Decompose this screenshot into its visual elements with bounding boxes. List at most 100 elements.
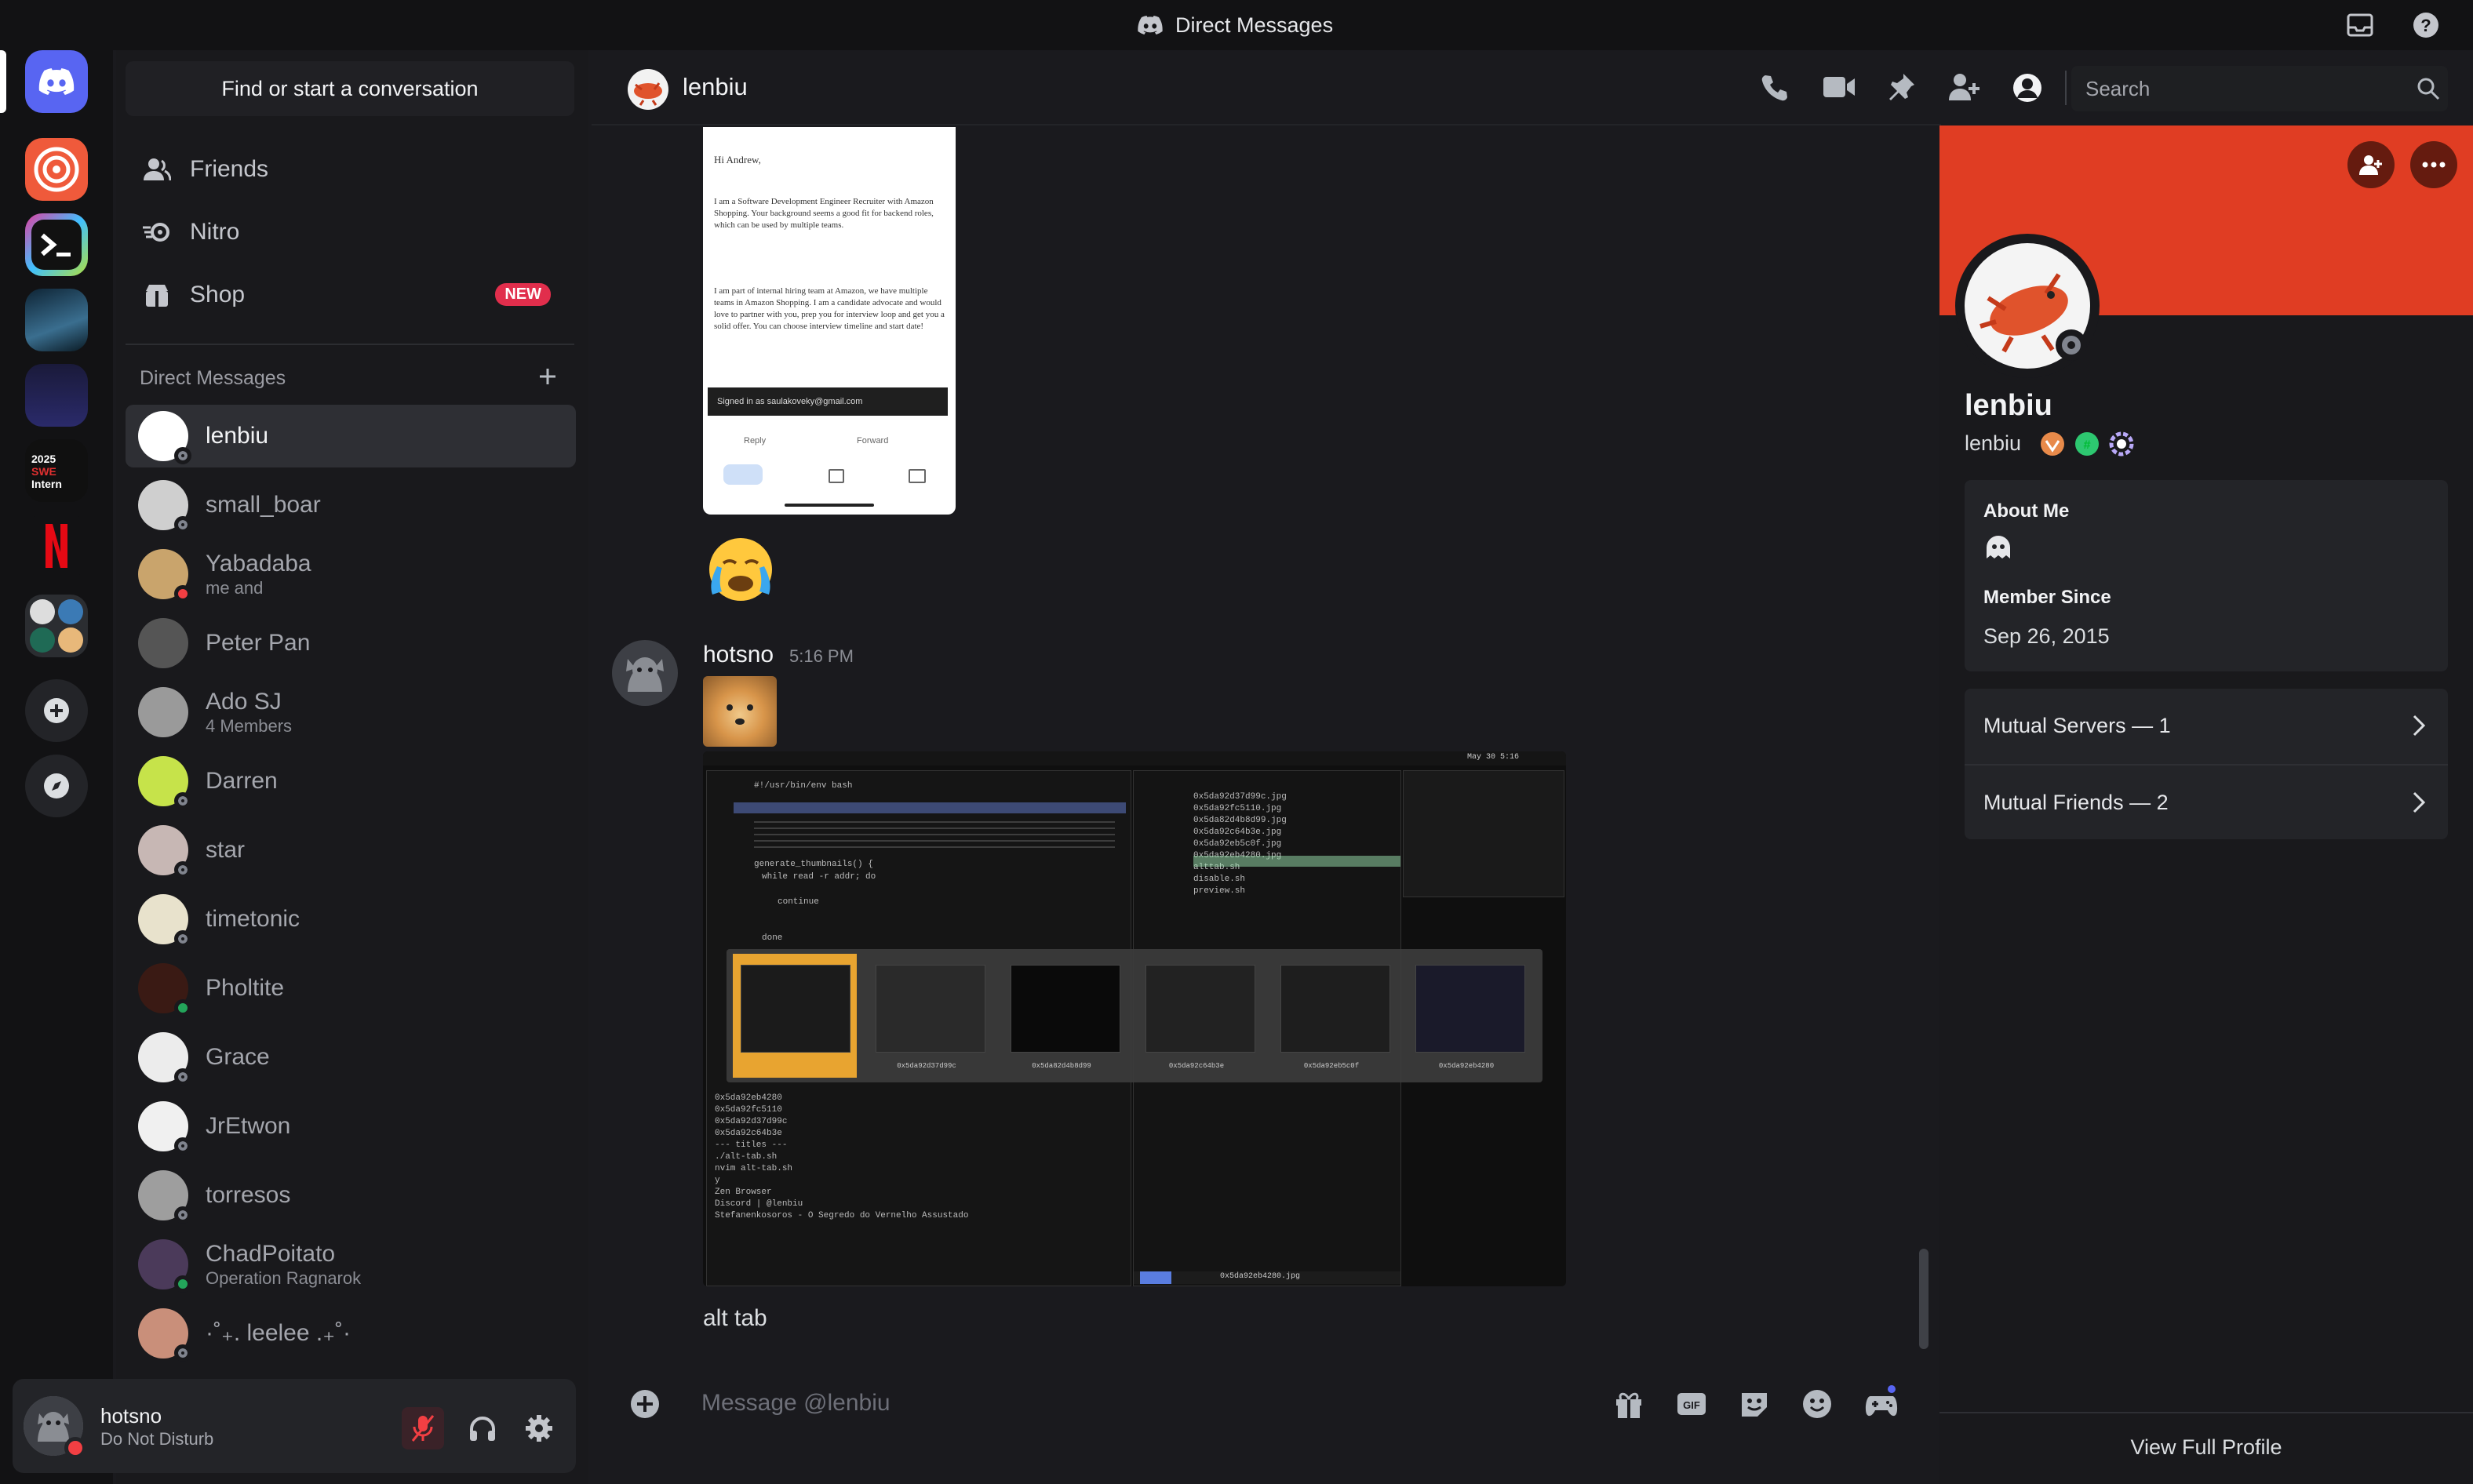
- chat-scrollbar[interactable]: [1919, 1249, 1929, 1349]
- server-icon[interactable]: [25, 515, 88, 577]
- gif-button[interactable]: GIF: [1676, 1388, 1707, 1420]
- alt-tab-window-thumbnail: 0x5da92c64b3e: [1138, 954, 1255, 1078]
- sticker-button[interactable]: [1739, 1388, 1770, 1420]
- view-full-profile-button[interactable]: View Full Profile: [1939, 1435, 2473, 1460]
- gif-icon: GIF: [1677, 1393, 1706, 1415]
- dm-item[interactable]: Peter Pan: [126, 612, 576, 675]
- server-icon[interactable]: [25, 213, 88, 276]
- user-profile-icon: [2013, 74, 2041, 102]
- nav-nitro[interactable]: Nitro: [129, 204, 574, 260]
- dm-item[interactable]: timetonic: [126, 888, 576, 951]
- dm-text: Peter Pan: [206, 629, 310, 657]
- file-entry: 0x5da92fc5110.jpg: [1193, 804, 1282, 813]
- nav-shop[interactable]: Shop NEW: [129, 267, 574, 323]
- terminal-line: 0x5da92eb4280: [715, 1093, 782, 1103]
- dm-subtext: 4 Members: [206, 716, 293, 736]
- profile-username: lenbiu: [1965, 431, 2022, 455]
- activities-button[interactable]: [1864, 1385, 1899, 1420]
- screenshot-attachment[interactable]: May 30 5:16 #!/usr/bin/env bash generate…: [703, 751, 1566, 1286]
- dm-item[interactable]: small_boar: [126, 474, 576, 536]
- message-input[interactable]: [700, 1387, 1566, 1420]
- alt-tab-window-thumbnail: 0x5da92eb5c0f: [1273, 954, 1390, 1078]
- dm-item[interactable]: torresos: [126, 1164, 576, 1227]
- dm-item[interactable]: Pholtite: [126, 957, 576, 1020]
- ellipsis-icon: [2422, 162, 2446, 168]
- dm-item[interactable]: Grace: [126, 1026, 576, 1089]
- dm-name: torresos: [206, 1182, 291, 1208]
- create-dm-button[interactable]: [537, 366, 559, 387]
- search-input[interactable]: [2084, 75, 2401, 102]
- add-friend-button[interactable]: [2347, 141, 2395, 188]
- find-conversation-button[interactable]: Find or start a conversation: [126, 61, 574, 116]
- add-server-button[interactable]: [25, 679, 88, 742]
- message-timestamp: 5:16 PM: [789, 646, 854, 666]
- dm-item[interactable]: ·˚₊. leelee .₊˚·: [126, 1302, 576, 1365]
- dm-item[interactable]: star: [126, 819, 576, 882]
- video-call-button[interactable]: [1822, 74, 1856, 100]
- selected-file-highlight: [1193, 856, 1400, 867]
- terminal-line: --- titles ---: [715, 1140, 788, 1150]
- offline-status-icon: [174, 861, 191, 878]
- online-status-icon: [174, 999, 191, 1017]
- thumbnail-label: 0x5da92d37d99c: [897, 1062, 956, 1070]
- upload-button[interactable]: [629, 1388, 661, 1420]
- server-icon[interactable]: [25, 364, 88, 427]
- mutual-friends-button[interactable]: Mutual Friends — 2: [1965, 766, 2448, 839]
- dm-item[interactable]: Darren: [126, 750, 576, 813]
- deafen-button[interactable]: [461, 1407, 504, 1449]
- home-dm-button[interactable]: [25, 50, 88, 113]
- more-options-button[interactable]: [2410, 141, 2457, 188]
- code-line: while read -r addr; do: [762, 872, 876, 882]
- mutual-servers-button[interactable]: Mutual Servers — 1: [1965, 689, 2448, 764]
- svg-text:GIF: GIF: [1683, 1399, 1700, 1411]
- mute-button[interactable]: [402, 1407, 444, 1449]
- offline-status-icon: [174, 930, 191, 948]
- dm-name: Darren: [206, 768, 278, 794]
- nav-friends[interactable]: Friends: [129, 141, 574, 198]
- divider: [1939, 1412, 2473, 1413]
- sticker-icon: [1742, 1393, 1767, 1417]
- code-block: [754, 817, 1115, 848]
- help-icon[interactable]: ?: [2412, 11, 2440, 39]
- search-icon: [2417, 78, 2440, 100]
- image-attachment[interactable]: Hi Andrew, I am a Software Development E…: [703, 127, 956, 515]
- server-icon[interactable]: [25, 138, 88, 201]
- dm-text: Pholtite: [206, 974, 284, 1002]
- offline-status-icon: [174, 447, 191, 464]
- server-icon[interactable]: [25, 289, 88, 351]
- alt-tab-switcher: 0x5da92d37d99c 0x5da82d4b8d99 0x5da92c64b3…: [727, 949, 1542, 1082]
- chevron-right-icon: [2413, 715, 2426, 737]
- hypesquad-badge-icon[interactable]: [2040, 431, 2065, 456]
- offline-status-icon: [174, 516, 191, 533]
- user-name: hotsno: [100, 1404, 162, 1428]
- member-since-date: Sep 26, 2015: [1983, 624, 2110, 648]
- user-profile-toggle[interactable]: [2012, 72, 2043, 104]
- message-author-avatar[interactable]: [612, 640, 678, 706]
- thumbnail-image: [876, 965, 985, 1053]
- discover-button[interactable]: [25, 755, 88, 817]
- active-developer-badge-icon[interactable]: #: [2074, 431, 2100, 456]
- dm-item[interactable]: JrEtwon: [126, 1095, 576, 1158]
- nitro-badge-icon[interactable]: [2109, 431, 2134, 456]
- dm-item[interactable]: lenbiu: [126, 405, 576, 467]
- add-friends-to-dm-button[interactable]: [1949, 72, 1980, 102]
- message-author[interactable]: hotsno: [703, 642, 774, 668]
- mail-tab-icon: [723, 464, 763, 485]
- offline-status-icon: [174, 792, 191, 809]
- server-rail: 2025 SWE Intern: [0, 50, 113, 1484]
- inbox-icon[interactable]: [2346, 11, 2374, 39]
- dm-item[interactable]: Yabadaba me and: [126, 543, 576, 606]
- settings-button[interactable]: [518, 1407, 560, 1449]
- server-icon[interactable]: 2025 SWE Intern: [25, 439, 88, 502]
- emoji-button[interactable]: [1801, 1388, 1833, 1420]
- shop-icon: [140, 282, 174, 308]
- search-box[interactable]: [2071, 66, 2448, 111]
- server-folder[interactable]: [25, 595, 88, 657]
- dnd-status-icon: [174, 585, 191, 602]
- voice-call-button[interactable]: [1759, 72, 1790, 104]
- dm-item[interactable]: ChadPoitato Operation Ragnarok: [126, 1233, 576, 1296]
- dm-item[interactable]: Ado SJ 4 Members: [126, 681, 576, 744]
- user-avatar[interactable]: [24, 1396, 86, 1459]
- pinned-messages-button[interactable]: [1886, 72, 1916, 102]
- gift-button[interactable]: [1613, 1388, 1644, 1420]
